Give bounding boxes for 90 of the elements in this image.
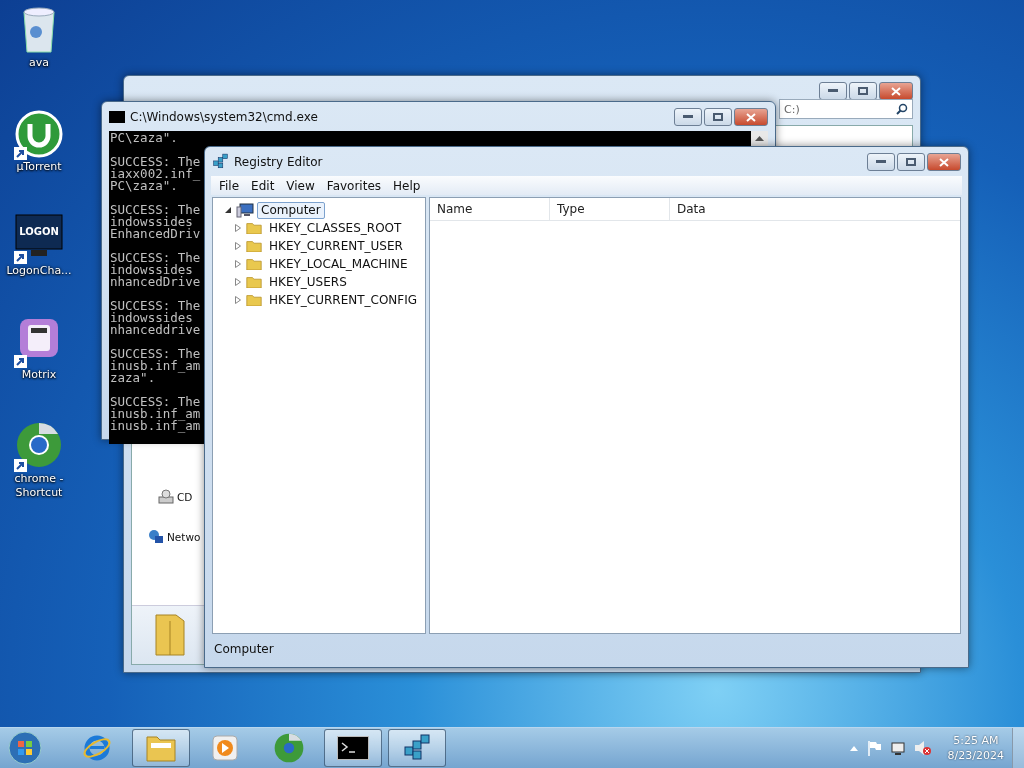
search-icon — [896, 103, 908, 115]
column-header[interactable]: Type — [550, 198, 670, 220]
muted-speaker-icon[interactable] — [913, 740, 932, 756]
desktop-icon-label[interactable]: chrome - Shortcut — [0, 472, 78, 500]
console-line: inusb.inf_am — [110, 420, 201, 432]
minimize-icon — [876, 160, 886, 164]
console-line: nhancedDrive — [110, 276, 201, 288]
console-line: SUCCESS: The — [110, 204, 201, 216]
menu-item[interactable]: File — [213, 178, 246, 193]
maximize-button[interactable] — [849, 82, 877, 100]
minimize-button[interactable] — [674, 108, 702, 126]
collapse-arrow-icon[interactable] — [223, 206, 233, 214]
desktop-icon-label[interactable]: Motrix — [21, 368, 57, 382]
console-line: indowssides — [110, 264, 193, 276]
expand-arrow-icon[interactable] — [233, 242, 243, 250]
minimize-icon — [828, 89, 838, 93]
desktop-icon-label[interactable]: ava — [29, 56, 49, 70]
expand-arrow-icon[interactable] — [233, 296, 243, 304]
start-button[interactable] — [5, 728, 45, 768]
console-line: PC\zaza". — [110, 132, 178, 144]
console-line: indowssides — [110, 216, 193, 228]
console-line: SUCCESS: The — [110, 396, 201, 408]
tree-item[interactable]: HKEY_CURRENT_CONFIG — [265, 291, 422, 309]
folder-icon — [246, 275, 262, 289]
close-button[interactable] — [734, 108, 768, 126]
status-text: Computer — [214, 642, 274, 656]
console-line: inusb.inf_am — [110, 408, 201, 420]
console-line: SUCCESS: The — [110, 348, 201, 360]
tree-item[interactable]: HKEY_CLASSES_ROOT — [265, 219, 406, 237]
menu-item[interactable]: View — [280, 178, 321, 193]
expand-arrow-icon[interactable] — [233, 224, 243, 232]
registry-editor-icon — [212, 153, 229, 170]
tree-item[interactable]: HKEY_CURRENT_USER — [265, 237, 407, 255]
menu-item[interactable]: Edit — [245, 178, 281, 193]
network-icon[interactable] — [889, 740, 906, 756]
internet-explorer-icon — [82, 733, 112, 763]
registry-editor-icon — [402, 733, 432, 763]
folder-icon — [152, 613, 188, 657]
navigation-item[interactable]: CD — [177, 491, 193, 503]
close-icon — [939, 157, 949, 167]
search-field[interactable]: C:) — [779, 99, 913, 119]
folder-icon — [246, 239, 262, 253]
tree-item[interactable]: Computer — [257, 201, 325, 219]
taskbar-button[interactable] — [324, 729, 382, 767]
navigation-item[interactable]: Netwo — [167, 531, 201, 543]
maximize-icon — [906, 158, 916, 166]
console-line: SUCCESS: The — [110, 156, 201, 168]
desktop-icon-label[interactable]: µTorrent — [16, 160, 62, 174]
menu-item[interactable]: Help — [387, 178, 427, 193]
maximize-button[interactable] — [704, 108, 732, 126]
scroll-up-arrow-icon[interactable] — [755, 135, 764, 141]
tree-item[interactable]: HKEY_USERS — [265, 273, 351, 291]
console-line: indowssides — [110, 312, 193, 324]
computer-icon — [236, 202, 254, 218]
column-header[interactable]: Name — [430, 198, 550, 220]
folder-icon — [246, 257, 262, 271]
maximize-icon — [713, 113, 723, 121]
console-line: PC\zaza". — [110, 180, 178, 192]
close-icon — [891, 86, 901, 96]
window-title: Registry Editor — [234, 154, 323, 169]
console-line: SUCCESS: The — [110, 300, 201, 312]
torrent-icon — [15, 110, 63, 158]
console-line: SUCCESS: The — [110, 252, 201, 264]
tree-item[interactable]: HKEY_LOCAL_MACHINE — [265, 255, 412, 273]
menu-item[interactable]: Favorites — [320, 178, 388, 193]
console-line: zaza". — [110, 372, 156, 384]
expand-arrow-icon[interactable] — [233, 278, 243, 286]
console-line: iaxx002.inf_ — [110, 168, 201, 180]
minimize-icon — [683, 115, 693, 119]
minimize-button[interactable] — [867, 153, 895, 171]
close-button[interactable] — [927, 153, 961, 171]
close-button[interactable] — [879, 82, 913, 100]
network-icon — [148, 529, 164, 545]
expand-arrow-icon[interactable] — [233, 260, 243, 268]
console-line: EnhancedDriv — [110, 228, 201, 240]
minimize-button[interactable] — [819, 82, 847, 100]
console-line: nhanceddrive — [110, 324, 201, 336]
drive-icon — [158, 489, 174, 505]
column-header[interactable]: Data — [670, 198, 960, 220]
folder-icon — [246, 293, 262, 307]
desktop-icon-label[interactable]: LogonCha... — [6, 264, 72, 278]
maximize-button[interactable] — [897, 153, 925, 171]
window-title: C:\Windows\system32\cmd.exe — [130, 109, 318, 124]
folder-icon — [246, 221, 262, 235]
close-icon — [746, 112, 756, 122]
maximize-icon — [858, 87, 868, 95]
console-line: inusb.inf_am — [110, 360, 201, 372]
media-player-icon — [212, 735, 238, 761]
folder-icon — [145, 733, 177, 763]
start-orb-icon — [8, 731, 42, 765]
